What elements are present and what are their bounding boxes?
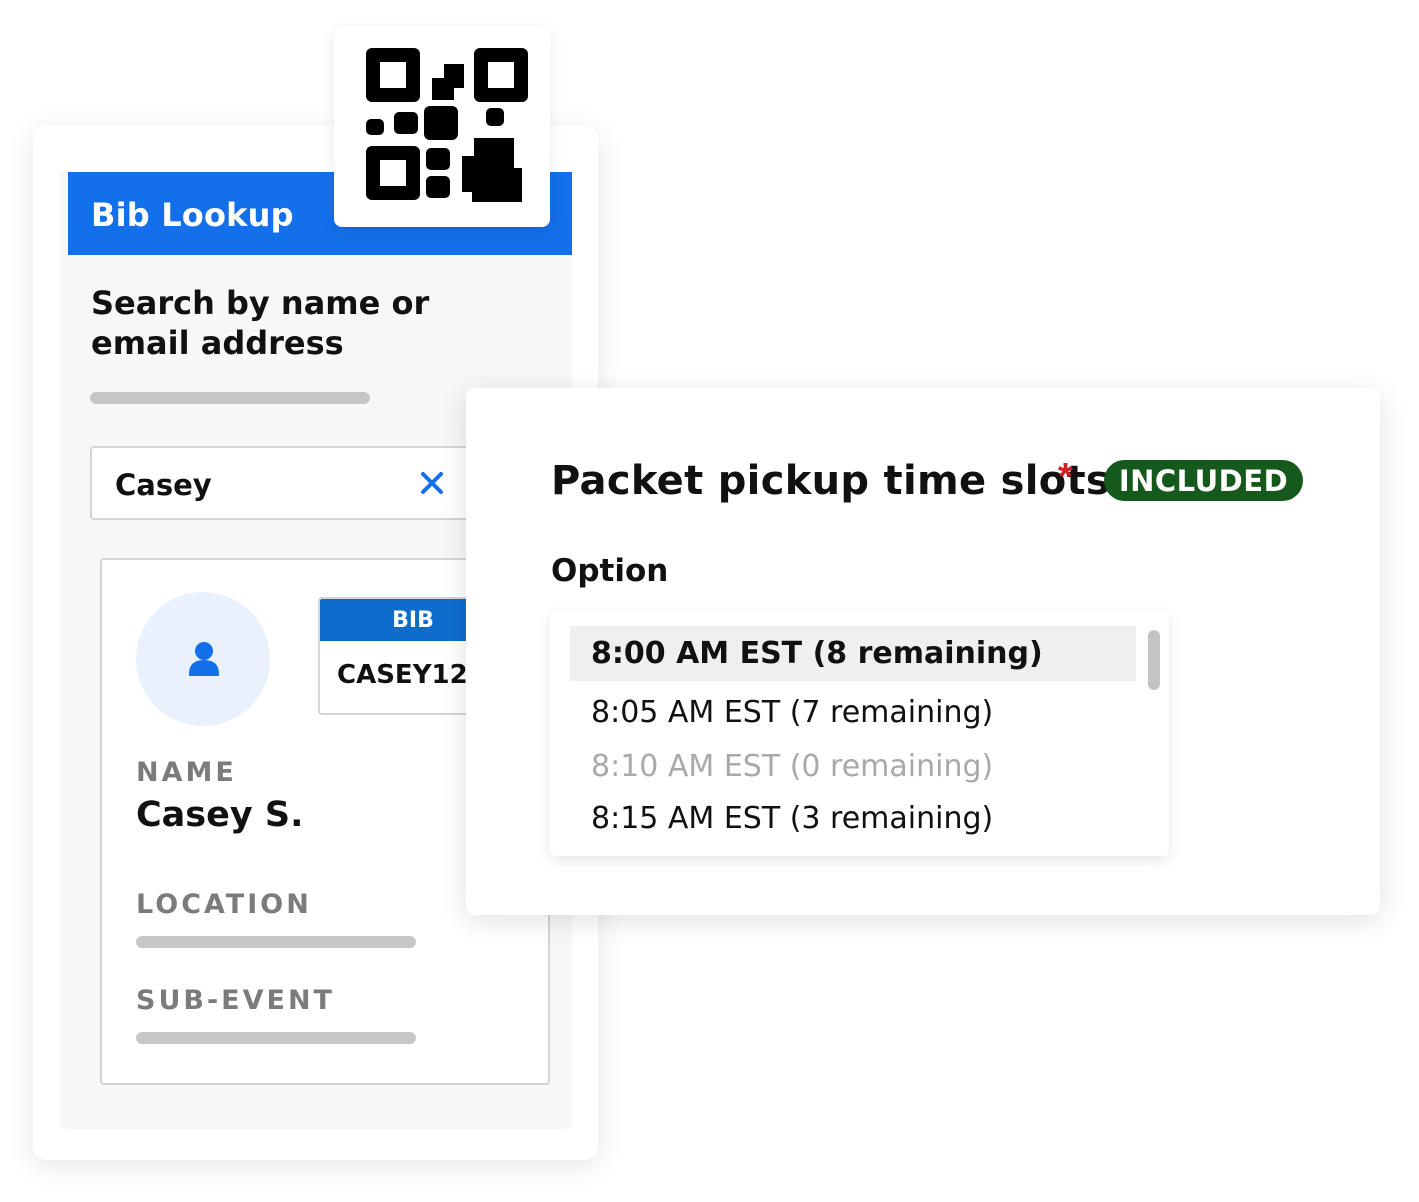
sub-event-placeholder-bar: [136, 1032, 416, 1044]
listbox-scrollbar[interactable]: [1148, 630, 1160, 690]
time-slot-option[interactable]: 8:05 AM EST (7 remaining): [591, 695, 993, 730]
time-slot-option-selected[interactable]: 8:00 AM EST (8 remaining): [591, 636, 1043, 671]
close-icon[interactable]: [418, 468, 446, 498]
qr-code-icon: [334, 26, 550, 227]
user-icon: [189, 642, 219, 676]
name-label: NAME: [136, 757, 237, 788]
sub-event-label: SUB-EVENT: [136, 985, 335, 1016]
time-slots-title: Packet pickup time slots: [551, 458, 1111, 504]
name-value: Casey S.: [136, 795, 304, 835]
search-heading: Search by name or email address: [91, 284, 430, 362]
time-slot-option-disabled: 8:10 AM EST (0 remaining): [591, 749, 994, 784]
location-label: LOCATION: [136, 889, 312, 920]
required-marker: *: [1058, 456, 1073, 498]
bib-number: CASEY12: [337, 660, 468, 690]
time-slot-option[interactable]: 8:15 AM EST (3 remaining): [591, 801, 993, 836]
option-label: Option: [551, 553, 669, 589]
bib-lookup-title: Bib Lookup: [91, 196, 294, 234]
search-input-value[interactable]: Casey: [115, 468, 212, 502]
placeholder-bar: [90, 392, 370, 404]
location-placeholder-bar: [136, 936, 416, 948]
included-badge: INCLUDED: [1104, 460, 1303, 501]
avatar: [136, 592, 270, 726]
